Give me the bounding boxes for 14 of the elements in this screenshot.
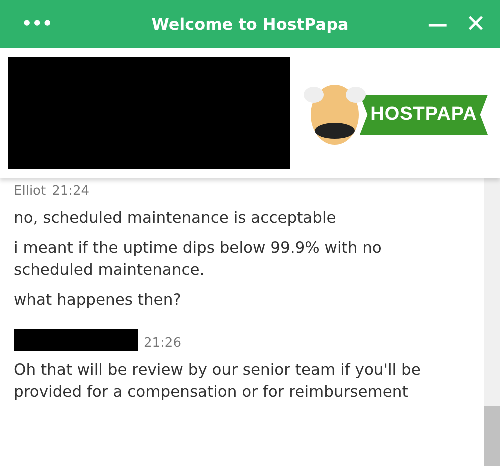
menu-button[interactable]: •••: [22, 16, 53, 32]
logo-text: HOSTPAPA: [370, 104, 478, 126]
close-button[interactable]: ✕: [466, 12, 486, 36]
window-title: Welcome to HostPapa: [150, 14, 350, 34]
scroll-thumb[interactable]: [484, 406, 500, 466]
minimize-button[interactable]: —: [428, 14, 448, 34]
message-text: what happenes then?: [14, 290, 182, 311]
author-name: Elliot: [14, 184, 46, 199]
message-text: i meant if the uptime dips below 99.9% with no scheduled maintenance.: [14, 238, 383, 281]
message-text: no, scheduled maintenance is acceptable: [14, 208, 338, 229]
message-time: 21:24: [52, 184, 90, 199]
message-text: Oh that will be review by our senior team if you'll be provided for a compensation or for reimbursement: [14, 360, 422, 403]
scrollbar[interactable]: [484, 178, 500, 466]
message-time: 21:26: [144, 336, 182, 351]
